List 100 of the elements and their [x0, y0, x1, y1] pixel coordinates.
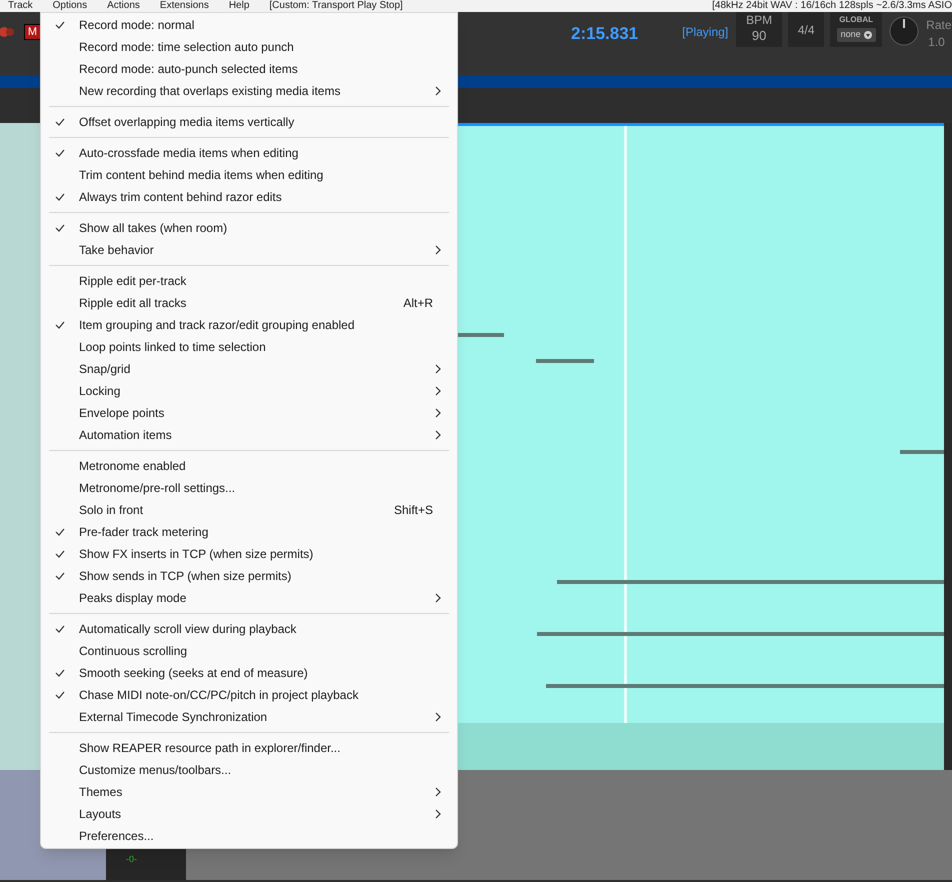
global-dropdown[interactable]: none: [836, 28, 876, 42]
menu-item[interactable]: Auto-crossfade media items when editing: [41, 142, 457, 164]
note-bar: [458, 333, 504, 337]
menu-item[interactable]: Preferences...: [41, 825, 457, 847]
status-text: [48kHz 24bit WAV : 16/16ch 128spls ~2.6/3.3ms ASIO: [712, 0, 952, 12]
menu-item[interactable]: Show all takes (when room): [41, 217, 457, 239]
checkmark-icon: [55, 193, 65, 201]
time-signature[interactable]: 4/4: [788, 12, 824, 47]
menu-bar-item[interactable]: Extensions: [160, 0, 209, 12]
menu-item[interactable]: Show sends in TCP (when size permits): [41, 565, 457, 587]
menu-item-label: Peaks display mode: [79, 590, 186, 607]
shortcut-label: Shift+S: [394, 502, 433, 519]
checkmark-icon: [55, 149, 65, 157]
menu-item[interactable]: Take behavior: [41, 239, 457, 261]
menu-item[interactable]: Layouts: [41, 803, 457, 825]
menu-item-label: Offset overlapping media items vertically: [79, 114, 294, 131]
chevron-right-icon: [435, 787, 441, 797]
chevron-right-icon: [435, 364, 441, 374]
menu-item-label: Locking: [79, 383, 120, 400]
meter-reading: -0-: [126, 852, 137, 866]
menu-item-label: Always trim content behind razor edits: [79, 189, 282, 206]
chevron-right-icon: [435, 245, 441, 255]
menu-item-label: Solo in front: [79, 502, 144, 519]
menu-item-label: Customize menus/toolbars...: [79, 762, 232, 779]
shortcut-label: Alt+R: [403, 295, 433, 312]
bpm-panel[interactable]: BPM 90: [736, 12, 782, 47]
menu-item-label: Chase MIDI note-on/CC/PC/pitch in project playback: [79, 687, 358, 704]
menu-item[interactable]: Envelope points: [41, 402, 457, 424]
menu-bar-item[interactable]: Actions: [107, 0, 140, 12]
menu-item[interactable]: Locking: [41, 380, 457, 402]
menu-item[interactable]: Themes: [41, 781, 457, 803]
menu-item-label: Loop points linked to time selection: [79, 339, 266, 356]
checkmark-icon: [55, 669, 65, 677]
rate-label: Rate: [926, 17, 952, 34]
menu-item-label: Automatically scroll view during playback: [79, 621, 296, 638]
menu-item-label: Record mode: auto-punch selected items: [79, 61, 298, 78]
chevron-right-icon: [435, 386, 441, 396]
menu-item-label: Trim content behind media items when editing: [79, 167, 324, 184]
menu-item-label: Take behavior: [79, 242, 154, 259]
chevron-right-icon: [435, 86, 441, 96]
checkmark-icon: [55, 528, 65, 536]
menu-item-label: Snap/grid: [79, 361, 130, 378]
mute-button[interactable]: M: [24, 24, 41, 40]
menu-item[interactable]: Metronome enabled: [41, 455, 457, 477]
menu-item-label: Metronome enabled: [79, 458, 186, 475]
checkmark-icon: [55, 118, 65, 126]
menu-item[interactable]: Automatically scroll view during playback: [41, 618, 457, 640]
bpm-value: 90: [752, 28, 766, 44]
menu-item[interactable]: Solo in front Shift+S: [41, 499, 457, 521]
checkmark-icon: [55, 21, 65, 29]
menu-item-label: Show all takes (when room): [79, 220, 228, 237]
menu-item[interactable]: Offset overlapping media items vertically: [41, 111, 457, 133]
bpm-label: BPM: [746, 12, 772, 28]
menu-bar-item[interactable]: Help: [228, 0, 250, 12]
menu-item[interactable]: Metronome/pre-roll settings...: [41, 477, 457, 499]
menu-item-label: Envelope points: [79, 405, 164, 422]
menu-item-label: Smooth seeking (seeks at end of measure): [79, 665, 308, 682]
note-bar: [536, 359, 594, 363]
chevron-right-icon: [435, 408, 441, 418]
menu-item[interactable]: Chase MIDI note-on/CC/PC/pitch in project playback: [41, 684, 457, 706]
menu-item[interactable]: Peaks display mode: [41, 587, 457, 609]
menu-item[interactable]: Record mode: normal: [41, 14, 457, 36]
menu-item-label: External Timecode Synchronization: [79, 709, 268, 726]
checkmark-icon: [55, 691, 65, 699]
menu-item[interactable]: Snap/grid: [41, 358, 457, 380]
menu-item[interactable]: Trim content behind media items when editing: [41, 164, 457, 186]
menu-item[interactable]: External Timecode Synchronization: [41, 706, 457, 728]
menu-item[interactable]: Record mode: time selection auto punch: [41, 36, 457, 58]
chevron-right-icon: [435, 430, 441, 440]
menu-item[interactable]: Automation items: [41, 424, 457, 446]
rate-value: 1.0: [927, 34, 946, 51]
menu-item-label: Themes: [79, 784, 122, 801]
menu-item[interactable]: Smooth seeking (seeks at end of measure): [41, 662, 457, 684]
menu-bar-item[interactable]: Options: [52, 0, 88, 12]
play-state: [Playing]: [682, 24, 728, 41]
dropdown-icon: [864, 30, 872, 39]
menu-item[interactable]: Ripple edit all tracks Alt+R: [41, 292, 457, 314]
menu-item[interactable]: Always trim content behind razor edits: [41, 186, 457, 208]
menu-item[interactable]: Ripple edit per-track: [41, 270, 457, 292]
menu-item-label: Ripple edit all tracks: [79, 295, 186, 312]
note-bar: [900, 450, 944, 454]
chevron-right-icon: [435, 809, 441, 819]
menu-item[interactable]: Customize menus/toolbars...: [41, 759, 457, 781]
checkmark-icon: [55, 224, 65, 232]
menu-item[interactable]: Show REAPER resource path in explorer/finder...: [41, 737, 457, 759]
checkmark-icon: [55, 625, 65, 633]
menu-item-label: Record mode: time selection auto punch: [79, 39, 294, 56]
menu-item[interactable]: Loop points linked to time selection: [41, 336, 457, 358]
menu-item[interactable]: Item grouping and track razor/edit grouping enabled: [41, 314, 457, 336]
menu-item-label: New recording that overlaps existing media items: [79, 83, 340, 100]
menu-item[interactable]: Show FX inserts in TCP (when size permits): [41, 543, 457, 565]
menu-item-label: Layouts: [79, 806, 122, 823]
menu-item[interactable]: Pre-fader track metering: [41, 521, 457, 543]
scrollbar[interactable]: [944, 123, 952, 770]
knob-icon[interactable]: [889, 16, 920, 46]
menu-item[interactable]: Continuous scrolling: [41, 640, 457, 662]
menu-item[interactable]: New recording that overlaps existing media items: [41, 80, 457, 102]
global-label: GLOBAL: [839, 14, 874, 26]
menu-bar-item[interactable]: Track: [8, 0, 33, 12]
menu-item[interactable]: Record mode: auto-punch selected items: [41, 58, 457, 80]
